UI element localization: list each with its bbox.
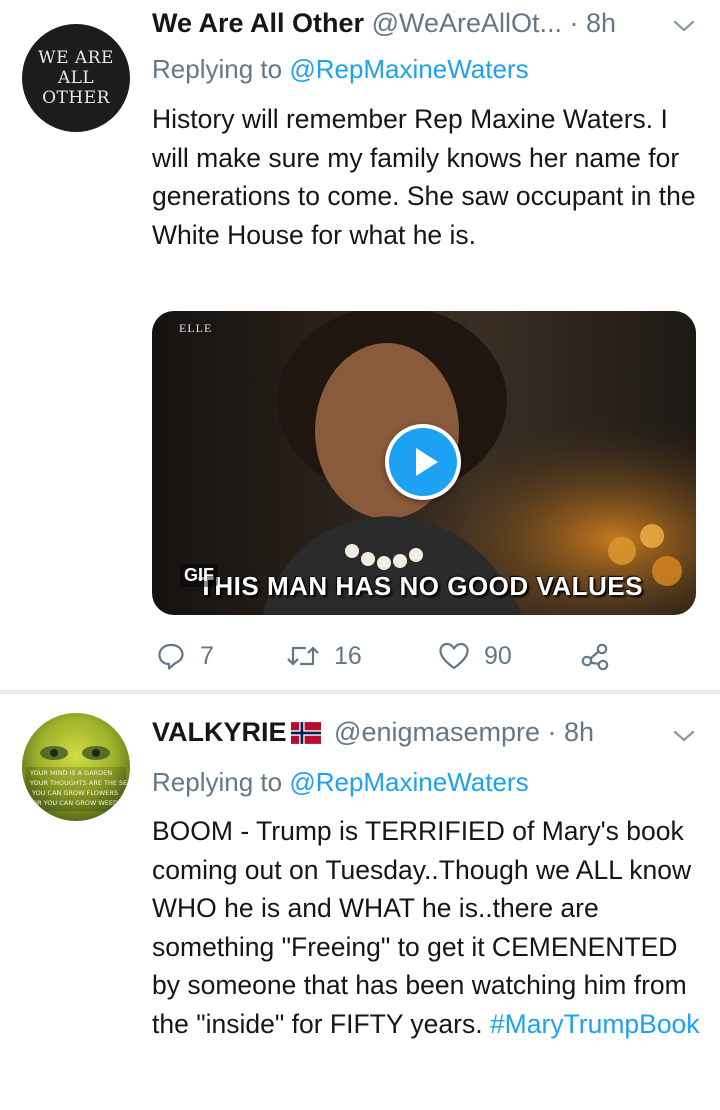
play-icon[interactable] bbox=[385, 424, 461, 500]
media-watermark: ELLE bbox=[179, 321, 213, 335]
avatar-logo-line: WE ARE ALL bbox=[38, 48, 114, 88]
tweet-header: We Are All Other @WeAreAllOt... · 8h bbox=[152, 6, 616, 40]
avatar[interactable]: WE ARE ALL OTHER bbox=[22, 24, 130, 132]
replying-to-label: Replying to bbox=[152, 54, 283, 84]
hashtag-link[interactable]: #MaryTrumpBook bbox=[490, 1009, 700, 1039]
gif-media[interactable]: ELLE THIS MAN HAS NO GOOD VALUES GIF bbox=[152, 311, 696, 615]
replying-to: Replying to @RepMaxineWaters bbox=[152, 53, 529, 85]
replying-to-label: Replying to bbox=[152, 767, 283, 797]
avatar-quote-line: OR YOU CAN GROW WEEDS bbox=[32, 799, 122, 807]
gif-caption: THIS MAN HAS NO GOOD VALUES bbox=[198, 571, 643, 601]
share-button[interactable] bbox=[580, 634, 610, 678]
timestamp[interactable]: · 8h bbox=[570, 8, 617, 38]
tweet-text-content: BOOM - Trump is TERRIFIED of Mary's book… bbox=[152, 816, 692, 1039]
mention-link[interactable]: @RepMaxineWaters bbox=[289, 767, 528, 797]
share-icon bbox=[581, 643, 609, 671]
tweet-text: BOOM - Trump is TERRIFIED of Mary's book… bbox=[152, 812, 702, 1043]
retweet-count: 16 bbox=[334, 641, 362, 670]
display-name[interactable]: VALKYRIE bbox=[152, 717, 287, 747]
tweet-text: History will remember Rep Maxine Waters.… bbox=[152, 104, 696, 250]
action-bar: 7 16 90 bbox=[152, 634, 672, 678]
heart-icon bbox=[439, 642, 469, 670]
handle[interactable]: @WeAreAllOt... bbox=[372, 8, 562, 38]
chevron-down-icon[interactable] bbox=[672, 18, 696, 39]
retweet-icon bbox=[287, 646, 319, 666]
mention-link[interactable]: @RepMaxineWaters bbox=[289, 54, 528, 84]
like-count: 90 bbox=[484, 641, 512, 670]
display-name[interactable]: We Are All Other bbox=[152, 8, 364, 38]
like-button[interactable]: 90 bbox=[438, 634, 512, 678]
avatar-quote-line: YOUR MIND IS A GARDEN bbox=[29, 769, 112, 777]
avatar-quote-line: YOUR THOUGHTS ARE THE SEEDS bbox=[29, 779, 130, 787]
replying-to: Replying to @RepMaxineWaters bbox=[152, 766, 529, 798]
reply-icon bbox=[158, 643, 184, 670]
avatar-image: YOUR MIND IS A GARDEN YOUR THOUGHTS ARE … bbox=[26, 746, 130, 811]
chevron-down-icon[interactable] bbox=[672, 728, 696, 749]
reply-button[interactable]: 7 bbox=[156, 634, 214, 678]
gif-badge: GIF bbox=[180, 564, 218, 587]
handle[interactable]: @enigmasempre bbox=[334, 717, 540, 747]
tweet[interactable]: WE ARE ALL OTHER We Are All Other @WeAre… bbox=[0, 0, 720, 690]
norway-flag-icon bbox=[290, 718, 321, 752]
tweet[interactable]: YOUR MIND IS A GARDEN YOUR THOUGHTS ARE … bbox=[0, 694, 720, 1110]
timestamp[interactable]: · 8h bbox=[548, 717, 595, 747]
avatar-logo-text: WE ARE ALL OTHER bbox=[22, 48, 130, 108]
tweet-header: VALKYRIE @enigmasempre · 8h bbox=[152, 715, 594, 752]
reply-count: 7 bbox=[200, 641, 214, 670]
avatar[interactable]: YOUR MIND IS A GARDEN YOUR THOUGHTS ARE … bbox=[22, 713, 130, 821]
avatar-logo-line: OTHER bbox=[42, 88, 110, 108]
avatar-quote-line: YOU CAN GROW FLOWERS bbox=[31, 789, 118, 797]
retweet-button[interactable]: 16 bbox=[286, 634, 362, 678]
